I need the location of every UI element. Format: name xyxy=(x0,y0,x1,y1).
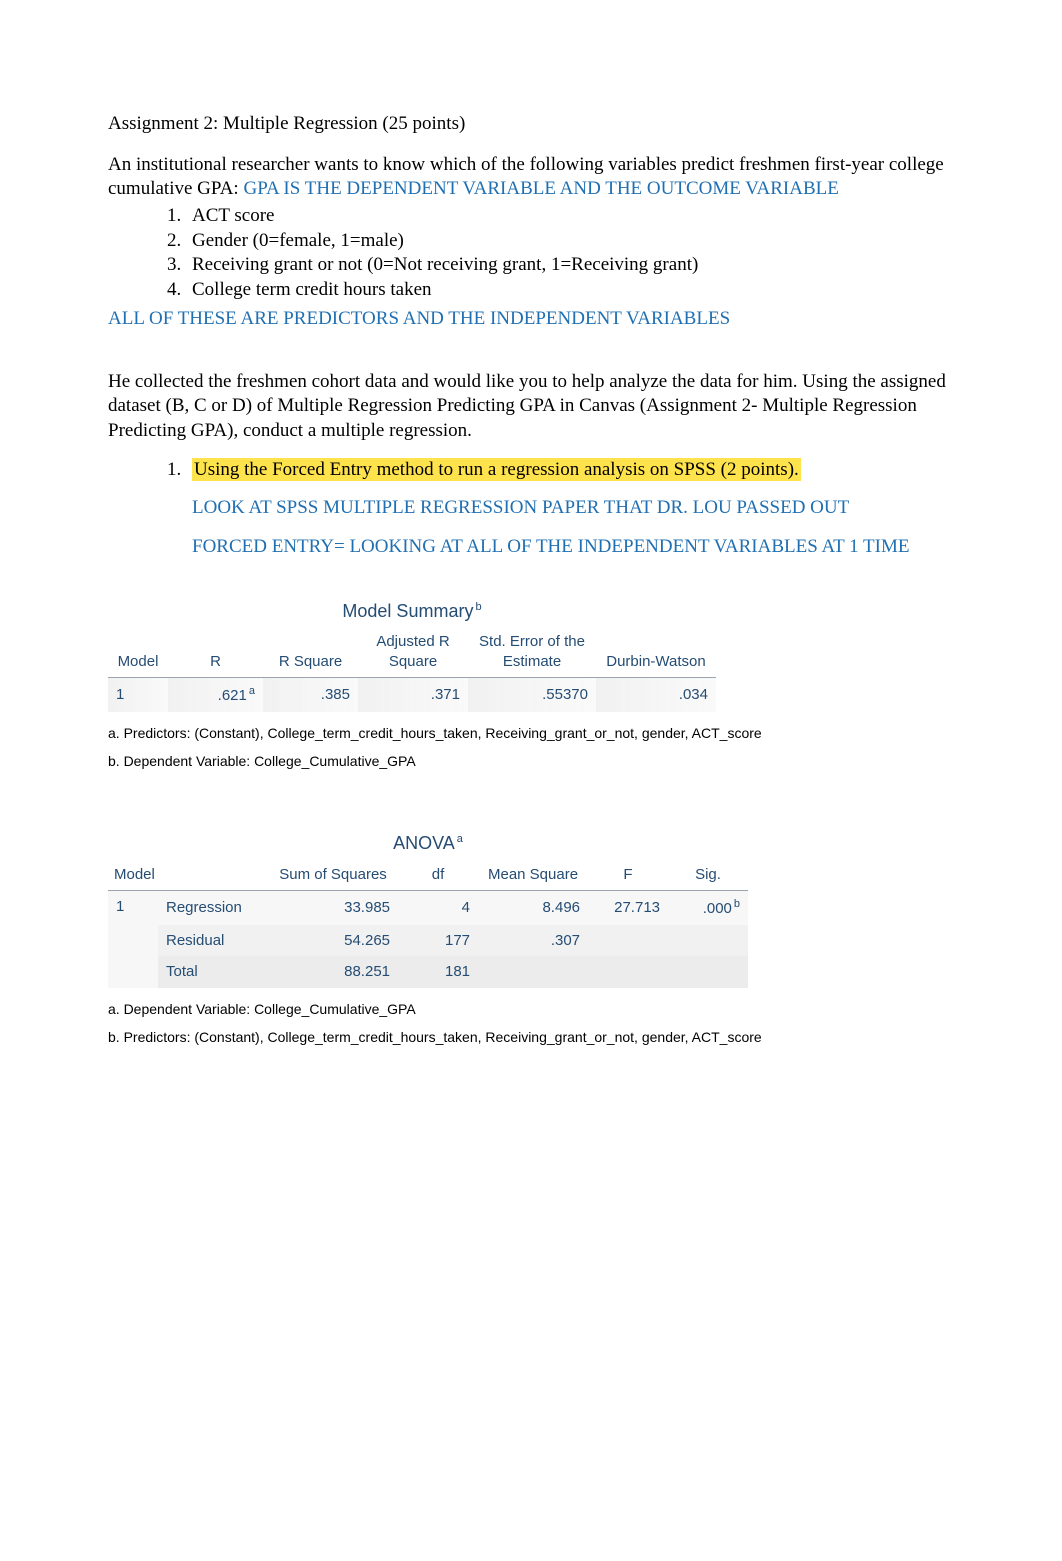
predictor-list: ACT score Gender (0=female, 1=male) Rece… xyxy=(108,204,954,303)
table-title-sup: a xyxy=(455,833,463,845)
cell-ms xyxy=(478,956,588,988)
cell-label: Total xyxy=(158,956,268,988)
table-footnote: a. Predictors: (Constant), College_term_… xyxy=(108,722,954,744)
cell-sig: .000b xyxy=(668,891,748,925)
table-footnote: b. Dependent Variable: College_Cumulativ… xyxy=(108,750,954,772)
table-title-text: ANOVA xyxy=(393,833,455,853)
col-header-line: Estimate xyxy=(503,653,561,670)
step-note: LOOK AT SPSS MULTIPLE REGRESSION PAPER T… xyxy=(192,496,954,521)
step-note: FORCED ENTRY= LOOKING AT ALL OF THE INDE… xyxy=(192,535,954,560)
cell-se: .55370 xyxy=(468,678,596,712)
col-header: Durbin-Watson xyxy=(596,629,716,678)
col-header: F xyxy=(588,862,668,891)
document-page: Assignment 2: Multiple Regression (25 po… xyxy=(0,0,1062,1108)
col-header: Model xyxy=(108,629,168,678)
col-header: df xyxy=(398,862,478,891)
cell-f xyxy=(588,925,668,957)
cell-r: .621a xyxy=(168,678,263,712)
list-item: ACT score xyxy=(186,204,954,229)
cell-f: 27.713 xyxy=(588,891,668,925)
assignment-title: Assignment 2: Multiple Regression (25 po… xyxy=(108,112,954,137)
list-item: Gender (0=female, 1=male) xyxy=(186,229,954,254)
model-summary-table: Model R R Square Adjusted R Square Std. … xyxy=(108,629,716,712)
cell-arsq: .371 xyxy=(358,678,468,712)
cell-df: 4 xyxy=(398,891,478,925)
col-header-line: Std. Error of the xyxy=(479,633,585,650)
cell-ss: 33.985 xyxy=(268,891,398,925)
cell-sup: a xyxy=(247,685,255,697)
cell-ms: .307 xyxy=(478,925,588,957)
anova-table: Model Sum of Squares df Mean Square F Si… xyxy=(108,862,748,988)
cell-sig xyxy=(668,925,748,957)
col-header: R xyxy=(168,629,263,678)
cell-label: Residual xyxy=(158,925,268,957)
step-item: Using the Forced Entry method to run a r… xyxy=(186,458,954,560)
cell-ss: 54.265 xyxy=(268,925,398,957)
col-header: Model xyxy=(108,862,268,891)
table-row: 1 Regression 33.985 4 8.496 27.713 .000b xyxy=(108,891,748,925)
col-header: Adjusted R Square xyxy=(358,629,468,678)
table-title-text: Model Summary xyxy=(342,601,473,621)
col-header: Std. Error of the Estimate xyxy=(468,629,596,678)
table-footnote: b. Predictors: (Constant), College_term_… xyxy=(108,1026,954,1048)
dependent-variable-note: GPA IS THE DEPENDENT VARIABLE AND THE OU… xyxy=(243,178,838,199)
table-row: Total 88.251 181 xyxy=(108,956,748,988)
col-header-line: Square xyxy=(389,653,437,670)
col-header: Sum of Squares xyxy=(268,862,398,891)
cell-model: 1 xyxy=(108,678,168,712)
list-item: Receiving grant or not (0=Not receiving … xyxy=(186,253,954,278)
cell-sig xyxy=(668,956,748,988)
cell-value: .000 xyxy=(703,900,732,917)
steps-list: Using the Forced Entry method to run a r… xyxy=(108,458,954,560)
table-footnote: a. Dependent Variable: College_Cumulativ… xyxy=(108,998,954,1020)
cell-ss: 88.251 xyxy=(268,956,398,988)
table-row: Residual 54.265 177 .307 xyxy=(108,925,748,957)
cell-df: 177 xyxy=(398,925,478,957)
cell-ms: 8.496 xyxy=(478,891,588,925)
cell-f xyxy=(588,956,668,988)
table-title-sup: b xyxy=(473,601,481,613)
cell-label: Regression xyxy=(158,891,268,925)
cell-rsq: .385 xyxy=(263,678,358,712)
cell-sup: b xyxy=(732,898,740,910)
col-header: R Square xyxy=(263,629,358,678)
anova-block: ANOVAa Model Sum of Squares df Mean Squa… xyxy=(108,832,954,1048)
cell-dw: .034 xyxy=(596,678,716,712)
cell-model: 1 xyxy=(108,891,158,988)
col-header-line: Adjusted R xyxy=(376,633,449,650)
predictors-note: ALL OF THESE ARE PREDICTORS AND THE INDE… xyxy=(108,307,954,332)
cell-df: 181 xyxy=(398,956,478,988)
model-summary-block: Model Summaryb Model R R Square Adjusted… xyxy=(108,600,954,773)
step-highlight: Using the Forced Entry method to run a r… xyxy=(192,458,801,481)
model-summary-title: Model Summaryb xyxy=(108,600,716,623)
table-row: 1 .621a .385 .371 .55370 .034 xyxy=(108,678,716,712)
instructions-paragraph: He collected the freshmen cohort data an… xyxy=(108,370,954,444)
col-header: Mean Square xyxy=(478,862,588,891)
list-item: College term credit hours taken xyxy=(186,278,954,303)
anova-title: ANOVAa xyxy=(108,832,748,855)
col-header: Sig. xyxy=(668,862,748,891)
cell-value: .621 xyxy=(218,687,247,704)
intro-paragraph: An institutional researcher wants to kno… xyxy=(108,153,954,202)
